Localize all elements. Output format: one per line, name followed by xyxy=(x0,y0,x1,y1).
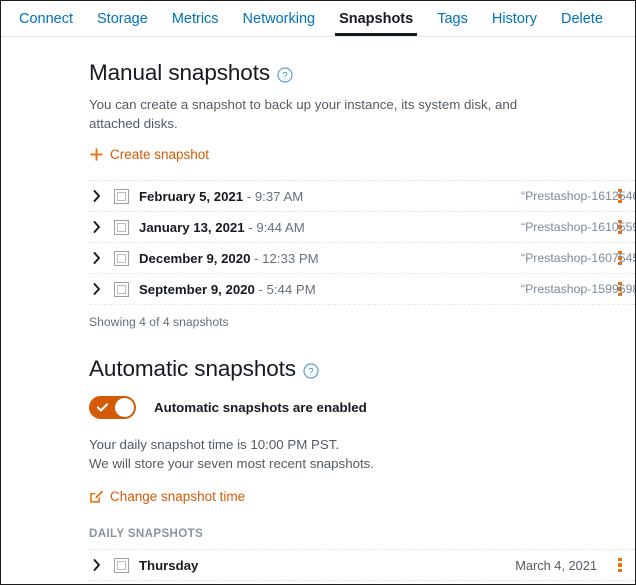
snapshot-date-text: February 5, 2021 xyxy=(139,188,244,204)
automatic-snapshots-toggle-row: Automatic snapshots are enabled xyxy=(89,396,635,419)
row-content: September 9, 2020 - 5:44 PM “Prestashop-… xyxy=(129,281,635,297)
toggle-label: Automatic snapshots are enabled xyxy=(154,400,367,415)
question-circle-icon[interactable]: ? xyxy=(303,362,319,379)
automatic-snapshots-info-line-1: Your daily snapshot time is 10:00 PM PST… xyxy=(89,437,340,452)
snapshot-date: January 13, 2021 - 9:44 AM xyxy=(139,219,305,235)
svg-text:?: ? xyxy=(282,70,287,81)
toggle-knob xyxy=(115,398,134,417)
snapshot-date-text: September 9, 2020 xyxy=(139,281,255,297)
tab-history[interactable]: History xyxy=(480,1,549,36)
automatic-snapshots-toggle[interactable] xyxy=(89,396,136,419)
snapshot-date-text: January 13, 2021 xyxy=(139,219,245,235)
snapshot-date: February 5, 2021 - 9:37 AM xyxy=(139,188,304,204)
change-snapshot-time-button[interactable]: Change snapshot time xyxy=(89,489,245,504)
tab-networking[interactable]: Networking xyxy=(231,1,328,36)
row-content: February 5, 2021 - 9:37 AM “Prestashop-1… xyxy=(129,188,635,204)
manual-snapshots-header: Manual snapshots ? xyxy=(1,59,635,86)
row-checkbox[interactable] xyxy=(114,188,129,204)
change-snapshot-time-label: Change snapshot time xyxy=(110,489,246,504)
snapshot-date: December 9, 2020 - 12:33 PM xyxy=(139,250,319,266)
automatic-snapshots-header: Automatic snapshots ? xyxy=(1,355,635,382)
row-content: January 13, 2021 - 9:44 AM “Prestashop-1… xyxy=(129,219,635,235)
snapshot-name: “Prestashop-1610559880” xyxy=(521,220,635,234)
page-content: Manual snapshots ? You can create a snap… xyxy=(1,59,635,584)
automatic-snapshots-info-line-2: We will store your seven most recent sna… xyxy=(89,456,375,471)
table-row[interactable]: Thursday March 4, 2021 xyxy=(89,550,635,581)
snapshot-time-text: 5:44 PM xyxy=(266,281,316,297)
question-circle-icon[interactable]: ? xyxy=(277,66,293,83)
chevron-right-icon[interactable] xyxy=(89,283,105,295)
chevron-right-icon[interactable] xyxy=(89,190,105,202)
snapshot-date: September 9, 2020 - 5:44 PM xyxy=(139,281,316,297)
snapshots-page: Connect Storage Metrics Networking Snaps… xyxy=(0,0,636,585)
create-snapshot-label: Create snapshot xyxy=(110,147,210,162)
chevron-right-icon[interactable] xyxy=(89,559,105,571)
daily-snapshot-list: Thursday March 4, 2021 Wednesday March 3… xyxy=(89,549,635,584)
snapshot-time-text: 9:37 AM xyxy=(254,188,304,204)
daily-snapshots-caption: DAILY SNAPSHOTS xyxy=(89,527,204,540)
snapshot-name: “Prestashop-1599698658” xyxy=(521,282,635,296)
edit-pencil-icon xyxy=(90,490,104,503)
row-content: Thursday March 4, 2021 xyxy=(129,558,609,573)
chevron-right-icon[interactable] xyxy=(89,221,105,233)
manual-snapshots-description: You can create a snapshot to back up you… xyxy=(89,97,518,131)
chevron-right-icon[interactable] xyxy=(89,252,105,264)
tab-metrics[interactable]: Metrics xyxy=(160,1,231,36)
showing-count: Showing 4 of 4 snapshots xyxy=(89,315,229,329)
daily-snapshot-date: March 4, 2021 xyxy=(515,557,597,573)
snapshot-time-text: 9:44 AM xyxy=(256,219,305,235)
tab-bar: Connect Storage Metrics Networking Snaps… xyxy=(1,1,635,37)
snapshot-date-text: December 9, 2020 xyxy=(139,250,251,266)
table-row[interactable]: February 5, 2021 - 9:37 AM “Prestashop-1… xyxy=(89,181,635,212)
row-checkbox[interactable] xyxy=(114,219,129,235)
snapshot-name: “Prestashop-1612546662” xyxy=(521,189,635,203)
table-row[interactable]: January 13, 2021 - 9:44 AM “Prestashop-1… xyxy=(89,212,635,243)
row-checkbox[interactable] xyxy=(114,557,129,573)
manual-snapshot-list: February 5, 2021 - 9:37 AM “Prestashop-1… xyxy=(89,180,635,305)
row-checkbox[interactable] xyxy=(114,250,129,266)
row-menu-icon[interactable] xyxy=(613,557,627,573)
automatic-snapshots-title: Automatic snapshots xyxy=(89,356,296,381)
snapshot-name: “Prestashop-1607545986” xyxy=(521,251,635,265)
row-checkbox[interactable] xyxy=(114,281,129,297)
table-row[interactable]: Wednesday March 3, 2021 xyxy=(89,581,635,584)
table-row[interactable]: December 9, 2020 - 12:33 PM “Prestashop-… xyxy=(89,243,635,274)
snapshot-time-text: 12:33 PM xyxy=(262,250,319,266)
row-content: December 9, 2020 - 12:33 PM “Prestashop-… xyxy=(129,250,635,266)
tab-tags[interactable]: Tags xyxy=(425,1,480,36)
manual-snapshots-title: Manual snapshots xyxy=(89,60,271,85)
tab-storage[interactable]: Storage xyxy=(85,1,160,36)
tab-snapshots[interactable]: Snapshots xyxy=(327,1,425,36)
svg-text:?: ? xyxy=(308,366,313,377)
daily-snapshot-day: Thursday xyxy=(139,557,199,573)
table-row[interactable]: September 9, 2020 - 5:44 PM “Prestashop-… xyxy=(89,274,635,305)
check-icon xyxy=(97,403,108,412)
create-snapshot-button[interactable]: Create snapshot xyxy=(89,147,209,162)
tab-connect[interactable]: Connect xyxy=(7,1,85,36)
tab-delete[interactable]: Delete xyxy=(549,1,615,36)
plus-icon xyxy=(90,148,103,161)
